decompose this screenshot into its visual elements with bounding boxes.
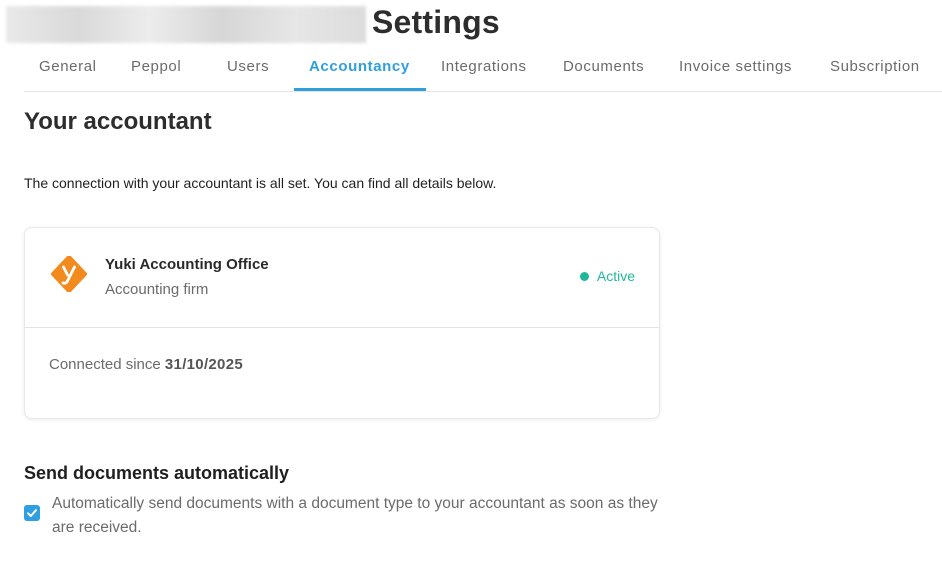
active-tab-indicator [294, 88, 426, 91]
auto-send-checkbox[interactable] [24, 505, 40, 521]
settings-tabs: General Peppol Users Accountancy Integra… [24, 50, 942, 92]
status-text: Active [596, 268, 635, 284]
accountant-type: Accounting firm [105, 281, 209, 298]
accountant-card: Yuki Accounting Office Accounting firm A… [24, 227, 660, 419]
auto-send-title: Send documents automatically [24, 463, 290, 483]
blurred-company-name [6, 6, 366, 43]
tab-accountancy[interactable]: Accountancy [309, 50, 410, 91]
connected-since: Connected since 31/10/2025 [49, 356, 243, 373]
auto-send-label[interactable]: Automatically send documents with a docu… [52, 492, 672, 540]
connected-since-label: Connected since [49, 356, 165, 373]
check-icon [27, 509, 37, 517]
section-title-your-accountant: Your accountant [24, 108, 212, 135]
tab-users[interactable]: Users [227, 50, 269, 91]
accountant-name: Yuki Accounting Office [105, 256, 269, 273]
tab-documents[interactable]: Documents [563, 50, 644, 91]
connected-since-date: 31/10/2025 [164, 356, 243, 373]
tab-integrations[interactable]: Integrations [441, 50, 527, 91]
yuki-logo-icon [51, 256, 87, 292]
tab-subscription[interactable]: Subscription [830, 50, 920, 91]
status-dot-icon [579, 271, 589, 281]
tab-peppol[interactable]: Peppol [131, 50, 181, 91]
tab-invoice-settings[interactable]: Invoice settings [679, 50, 792, 91]
card-divider [25, 327, 659, 328]
intro-text: The connection with your accountant is a… [24, 175, 497, 191]
page-title: Settings [372, 4, 500, 40]
status-badge: Active [579, 268, 635, 284]
tab-general[interactable]: General [39, 50, 97, 91]
